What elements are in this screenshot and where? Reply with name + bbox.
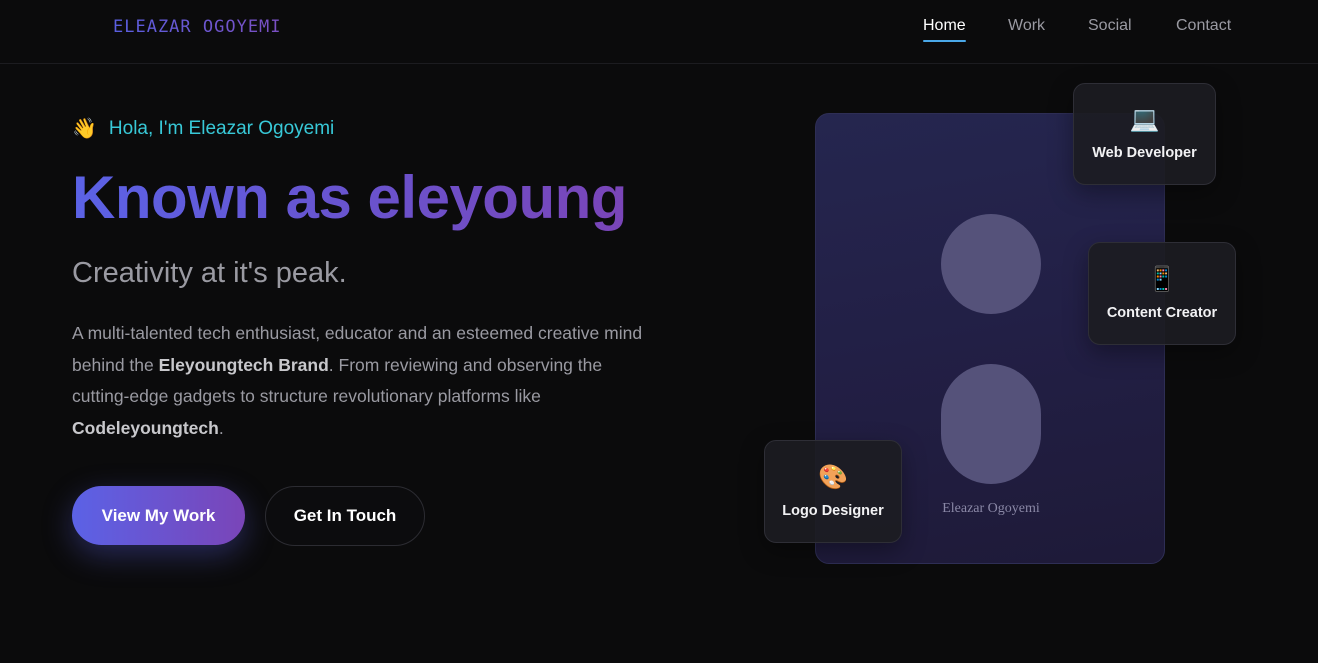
nav-link-contact[interactable]: Contact	[1176, 17, 1231, 39]
avatar-head-placeholder	[941, 214, 1041, 314]
palette-icon: 🎨	[818, 463, 848, 491]
bio-platform: Codeleyoungtech	[72, 418, 219, 439]
role-card-logo-designer[interactable]: 🎨 Logo Designer	[764, 440, 902, 543]
greeting: 👋 Hola, I'm Eleazar Ogoyemi	[72, 116, 334, 141]
bio-brand: Eleyoungtech Brand	[158, 354, 329, 375]
hero-tagline: Creativity at it's peak.	[72, 257, 347, 289]
role-label: Logo Designer	[782, 502, 884, 519]
get-in-touch-button[interactable]: Get In Touch	[265, 486, 425, 546]
role-label: Web Developer	[1092, 145, 1197, 161]
bio-text: .	[218, 418, 224, 439]
nav-links: Home Work Social Contact	[0, 17, 1318, 47]
laptop-icon: 💻	[1129, 106, 1160, 133]
role-card-content-creator[interactable]: 📱 Content Creator	[1088, 242, 1236, 345]
top-navigation: ELEAZAR OGOYEMI Home Work Social Contact	[0, 0, 1318, 64]
nav-link-home[interactable]: Home	[923, 17, 966, 42]
nav-link-work[interactable]: Work	[1008, 17, 1045, 39]
nav-link-social[interactable]: Social	[1088, 17, 1132, 39]
waving-hand-icon: 👋	[72, 118, 97, 140]
role-card-web-developer[interactable]: 💻 Web Developer	[1073, 83, 1216, 185]
hero-bio: A multi-talented tech enthusiast, educat…	[72, 318, 662, 445]
hero-headline: Known as eleyoung	[72, 164, 627, 231]
mobile-phone-icon: 📱	[1147, 265, 1177, 293]
greeting-text: Hola, I'm Eleazar Ogoyemi	[108, 117, 335, 139]
avatar-body-placeholder	[941, 364, 1041, 484]
view-my-work-button[interactable]: View My Work	[72, 486, 245, 545]
role-label: Content Creator	[1106, 304, 1218, 321]
